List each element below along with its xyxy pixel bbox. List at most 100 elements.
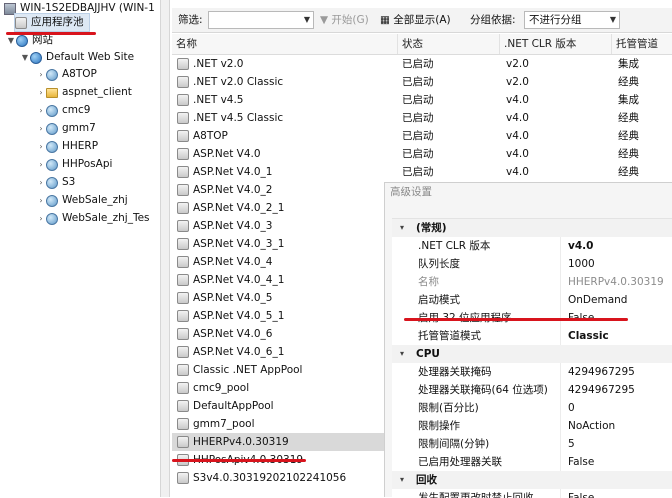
app-pool-icon [177,184,189,196]
app-pool-icon [177,436,189,448]
tree-item-child[interactable]: › HHERP [36,138,98,155]
expand-chevron-icon[interactable]: › [36,120,46,137]
group-by-select[interactable]: 不进行分组 ▼ [524,11,620,29]
category-cpu[interactable]: ▾ CPU [392,345,672,363]
category-recycle[interactable]: ▾ 回收 [392,471,672,489]
property-row[interactable]: 已启用处理器关联 False [392,453,672,471]
property-row[interactable]: 限制间隔(分钟) 5 [392,435,672,453]
expand-chevron-icon[interactable]: › [36,138,46,155]
property-value[interactable]: NoAction [568,417,615,435]
app-pool-name: ASP.Net V4.0_2 [193,184,273,196]
property-value[interactable]: False [568,453,594,471]
property-value[interactable]: 0 [568,399,575,417]
category-general[interactable]: ▾ (常规) [392,219,672,237]
expand-chevron-icon[interactable]: › [36,84,46,101]
app-pool-icon [177,238,189,250]
app-pool-row[interactable]: ASP.Net V4.0 [172,145,384,163]
collapse-chevron-icon[interactable]: ▾ [400,471,404,489]
app-pool-clr: v2.0 [506,58,529,70]
tree-item-child[interactable]: › WebSale_zhj_Tes [36,210,150,227]
app-pool-pipeline: 集成 [618,94,639,106]
tree-item-child[interactable]: › cmc9 [36,102,90,119]
collapse-chevron-icon[interactable]: ▾ [400,345,404,363]
app-pool-name: DefaultAppPool [193,400,274,412]
property-value[interactable]: 5 [568,435,575,453]
app-pool-clr: v4.0 [506,112,529,124]
group-by-label: 分组依据: [470,14,516,26]
app-pool-row[interactable]: ASP.Net V4.0_6 [172,325,384,343]
app-pool-row[interactable]: .NET v4.5 [172,91,384,109]
collapse-chevron-icon[interactable]: ▼ [20,49,30,66]
app-pool-row[interactable]: ASP.Net V4.0_1 [172,163,384,181]
tree-item-app-pools[interactable]: 应用程序池 [14,13,90,32]
app-pool-row[interactable]: A8TOP [172,127,384,145]
pane-splitter[interactable] [160,0,170,497]
expand-chevron-icon[interactable]: › [36,66,46,83]
app-pool-row[interactable]: ASP.Net V4.0_5 [172,289,384,307]
category-label: CPU [416,348,440,360]
property-row[interactable]: 名称 HHERPv4.0.30319 [392,273,672,291]
website-globe-icon [30,51,42,64]
tree-item-child[interactable]: › WebSale_zhj [36,192,128,209]
property-row[interactable]: 启动模式 OnDemand [392,291,672,309]
property-value[interactable]: 4294967295 [568,381,635,399]
property-row[interactable]: 限制(百分比) 0 [392,399,672,417]
property-row[interactable]: .NET CLR 版本 v4.0 [392,237,672,255]
app-pool-row[interactable]: cmc9_pool [172,379,384,397]
tree-item-child[interactable]: › gmm7 [36,120,96,137]
column-header-status[interactable]: 状态 [398,34,500,54]
property-value[interactable]: HHERPv4.0.30319 [568,273,664,291]
property-value[interactable]: OnDemand [568,291,627,309]
tree-item-child[interactable]: › A8TOP [36,66,97,83]
app-pool-row[interactable]: .NET v2.0 [172,55,384,73]
app-pool-icon [177,310,189,322]
collapse-chevron-icon[interactable]: ▾ [400,219,404,237]
property-row[interactable]: 托管管道模式 Classic [392,327,672,345]
property-row[interactable]: 限制操作 NoAction [392,417,672,435]
app-pool-row[interactable]: ASP.Net V4.0_3 [172,217,384,235]
property-value[interactable]: Classic [568,327,609,345]
app-pool-status: 已启动 [402,130,434,142]
column-header-clr[interactable]: .NET CLR 版本 [500,34,612,54]
property-value[interactable]: 1000 [568,255,595,273]
property-value[interactable]: v4.0 [568,237,593,255]
app-pool-row[interactable]: ASP.Net V4.0_2 [172,181,384,199]
tree-item-default-web-site[interactable]: ▼ Default Web Site [20,49,134,66]
tree-item-child[interactable]: › aspnet_client [36,84,132,101]
app-pool-row[interactable]: ASP.Net V4.0_4_1 [172,271,384,289]
app-pool-row[interactable]: S3v4.0.30319202102241056 [172,469,384,487]
tree-item-child[interactable]: › HHPosApi [36,156,112,173]
app-pool-name: gmm7_pool [193,418,255,430]
expand-chevron-icon[interactable]: › [36,174,46,191]
app-pool-status: 已启动 [402,94,434,106]
app-pool-row[interactable]: ASP.Net V4.0_5_1 [172,307,384,325]
app-pool-row[interactable]: .NET v2.0 Classic [172,73,384,91]
app-pool-icon [177,292,189,304]
app-pool-icon [177,94,189,106]
column-header-name[interactable]: 名称 [172,34,398,54]
property-row[interactable]: 处理器关联掩码 4294967295 [392,363,672,381]
expand-chevron-icon[interactable]: › [36,156,46,173]
app-pool-row[interactable]: ASP.Net V4.0_4 [172,253,384,271]
show-all-button[interactable]: ▦ 全部显示(A) [380,11,451,29]
app-pool-row[interactable]: ASP.Net V4.0_2_1 [172,199,384,217]
property-row[interactable]: 处理器关联掩码(64 位选项) 4294967295 [392,381,672,399]
app-pool-row[interactable]: Classic .NET AppPool [172,361,384,379]
property-value[interactable]: 4294967295 [568,363,635,381]
app-pool-row[interactable]: HHERPv4.0.30319 [172,433,384,451]
app-pool-row[interactable]: .NET v4.5 Classic [172,109,384,127]
column-header-pipeline[interactable]: 托管管道 [612,34,672,54]
expand-chevron-icon[interactable]: › [36,102,46,119]
expand-chevron-icon[interactable]: › [36,210,46,227]
app-pool-row[interactable]: ASP.Net V4.0_3_1 [172,235,384,253]
app-pool-icon [177,256,189,268]
start-filter-button[interactable]: ▼ 开始(G) [320,11,369,29]
property-row[interactable]: 队列长度 1000 [392,255,672,273]
filter-input[interactable]: ▼ [208,11,314,29]
app-pool-row[interactable]: DefaultAppPool [172,397,384,415]
app-pool-row[interactable]: gmm7_pool [172,415,384,433]
expand-chevron-icon[interactable]: › [36,192,46,209]
tree-item-child[interactable]: › S3 [36,174,75,191]
app-pool-row[interactable]: ASP.Net V4.0_6_1 [172,343,384,361]
app-pool-status: 已启动 [402,76,434,88]
